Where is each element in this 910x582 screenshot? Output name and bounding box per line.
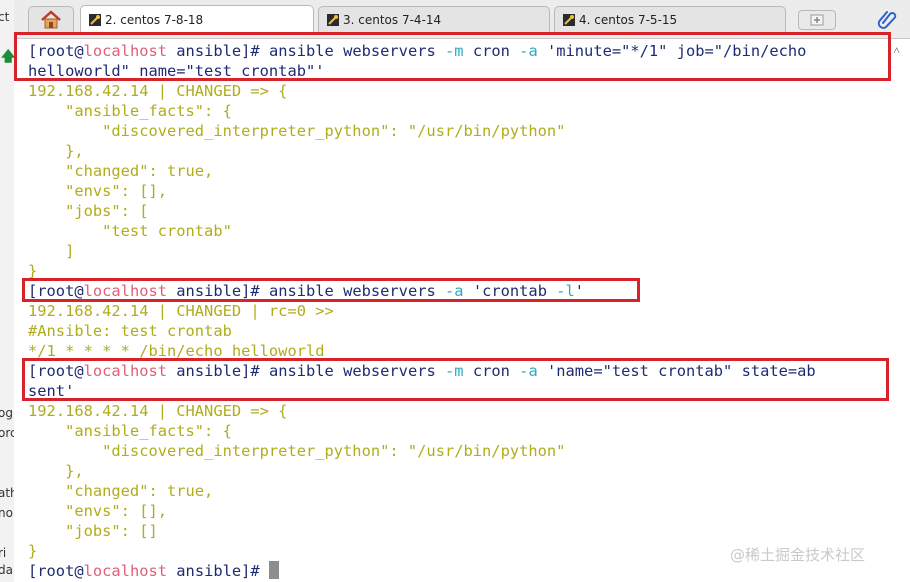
terminal-output[interactable]: ˄ [root@localhost ansible]# ansible webs… (14, 32, 910, 582)
panel-fragment: orc (0, 426, 14, 440)
paperclip-icon (877, 11, 897, 29)
output-line: "ansible_facts": { (28, 102, 232, 120)
tab-label: 3. centos 7-4-14 (343, 12, 442, 27)
output-line: "changed": true, (28, 162, 214, 180)
output-line: 192.168.42.14 | CHANGED => { (28, 402, 288, 420)
panel-fragment: ri (0, 546, 7, 560)
scroll-up-icon[interactable]: ˄ (893, 43, 900, 58)
terminal-session-icon (89, 14, 101, 26)
output-line: } (28, 542, 38, 560)
highlight-box-command-1 (14, 32, 891, 81)
tab-session-4[interactable]: 4. centos 7-5-15 (554, 6, 786, 32)
output-line: #Ansible: test crontab (28, 322, 232, 340)
panel-fragment: ct (0, 10, 10, 24)
terminal-session-icon (327, 13, 339, 26)
watermark: @稀土掘金技术社区 (730, 546, 866, 564)
left-side-panel: ct 🡅 og orc ath no ri da (0, 0, 15, 582)
tab-session-2[interactable]: 2. centos 7-8-18 (80, 5, 314, 34)
attachment-button[interactable] (876, 8, 898, 30)
output-line: 192.168.42.14 | CHANGED => { (28, 82, 288, 100)
text-cursor (268, 561, 279, 579)
output-line: "changed": true, (28, 482, 214, 500)
output-line: ] (28, 242, 75, 260)
output-line: }, (28, 142, 84, 160)
output-line: "envs": [], (28, 182, 167, 200)
highlight-box-command-2 (22, 278, 640, 302)
output-line: "discovered_interpreter_python": "/usr/b… (28, 442, 566, 460)
output-line: 192.168.42.14 | CHANGED | rc=0 >> (28, 302, 334, 320)
highlight-box-command-3 (22, 358, 889, 401)
up-arrow-icon[interactable]: 🡅 (1, 46, 14, 70)
panel-fragment: da (0, 563, 13, 577)
tab-label: 4. centos 7-5-15 (579, 12, 678, 27)
prompt-path: ansible]# (167, 562, 269, 580)
tab-label: 2. centos 7-8-18 (105, 13, 204, 27)
tab-session-3[interactable]: 3. centos 7-4-14 (318, 6, 550, 32)
output-line: "envs": [], (28, 502, 167, 520)
output-line: "discovered_interpreter_python": "/usr/b… (28, 122, 566, 140)
panel-fragment: og (0, 406, 13, 420)
home-button[interactable] (28, 6, 74, 32)
output-line: "jobs": [] (28, 522, 158, 540)
panel-fragment: ath (0, 486, 14, 500)
output-line: }, (28, 462, 84, 480)
plus-icon (810, 14, 824, 26)
current-prompt[interactable]: [root@localhost ansible]# (28, 561, 279, 581)
home-icon (41, 9, 61, 28)
prompt-user: [root@ (28, 562, 84, 580)
output-line: "jobs": [ (28, 202, 149, 220)
panel-fragment: no (0, 506, 13, 520)
new-tab-button[interactable] (798, 10, 836, 30)
output-line: "ansible_facts": { (28, 422, 232, 440)
terminal-session-icon (563, 13, 575, 26)
prompt-host: localhost (83, 562, 168, 580)
output-line: "test crontab" (28, 222, 232, 240)
